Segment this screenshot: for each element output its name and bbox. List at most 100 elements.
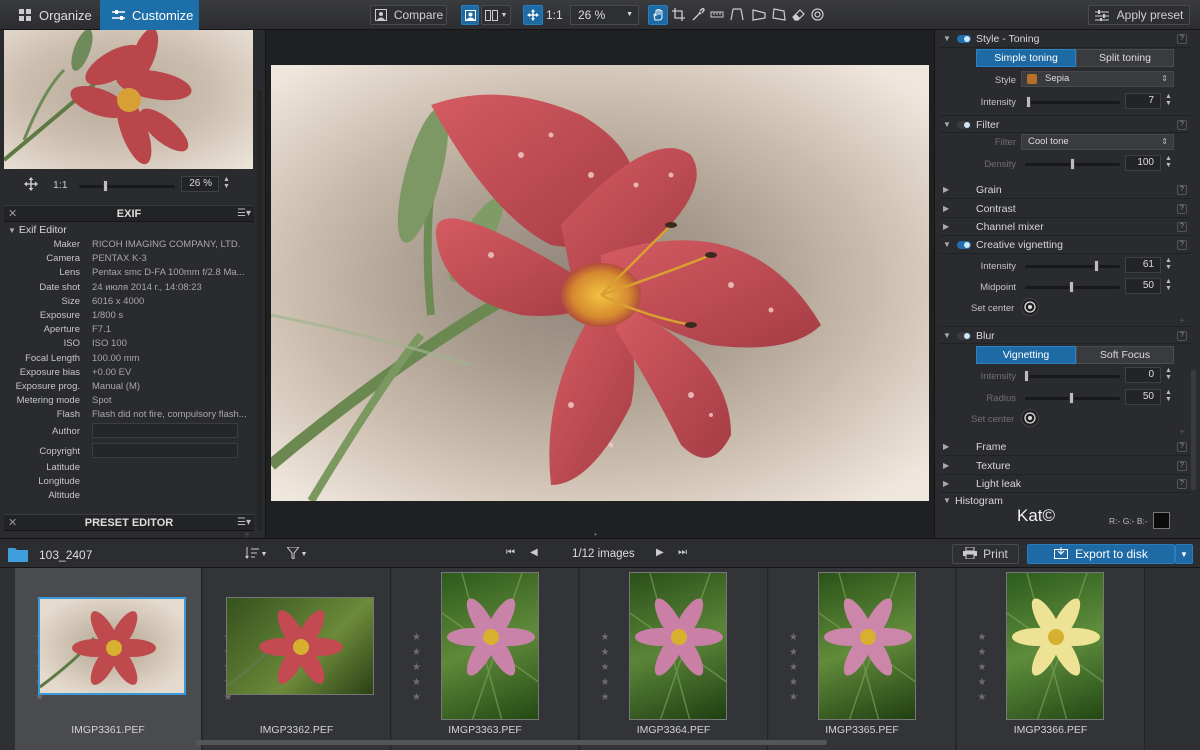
exif-value[interactable]: Spot — [92, 395, 252, 406]
exif-value[interactable]: +0.00 EV — [92, 367, 252, 378]
compare-button[interactable]: Compare — [370, 5, 447, 25]
exif-text-field[interactable] — [92, 423, 238, 438]
help-icon[interactable]: ? — [1177, 240, 1187, 250]
exif-value[interactable]: RICOH IMAGING COMPANY, LTD. — [92, 239, 252, 250]
help-icon[interactable]: ? — [1177, 120, 1187, 130]
hand-tool-button[interactable] — [648, 5, 668, 25]
panel-menu-icon[interactable]: ☰▾ — [237, 206, 251, 222]
filter-section-header[interactable]: ▼ Filter ? — [939, 115, 1191, 133]
last-image-button[interactable]: ⏭ — [678, 547, 687, 558]
tab-customize[interactable]: Customize — [100, 0, 199, 30]
navigator-zoom-value[interactable]: 26 % — [181, 176, 219, 192]
toning-intensity-slider[interactable] — [1025, 96, 1120, 108]
style-toning-toggle[interactable] — [957, 35, 971, 43]
perspective-free-icon[interactable] — [772, 8, 786, 24]
local-adjustment-icon[interactable] — [811, 8, 824, 24]
sort-button[interactable]: ▼ — [241, 544, 271, 564]
export-menu-button[interactable]: ▼ — [1175, 544, 1193, 564]
style-toning-section-header[interactable]: ▼ Style - Toning ? — [939, 30, 1191, 48]
slider-thumb[interactable] — [1069, 392, 1074, 404]
tab-organize[interactable]: Organize — [6, 0, 104, 30]
folder-name[interactable]: 103_2407 — [39, 548, 92, 562]
histogram-section-header[interactable]: ▼ Histogram — [939, 492, 1191, 510]
fit-button[interactable] — [523, 5, 543, 25]
set-center-target-button[interactable] — [1021, 298, 1039, 316]
thumbnail[interactable] — [440, 572, 539, 720]
creative-vignetting-toggle[interactable] — [957, 241, 971, 249]
next-image-button[interactable]: ▶ — [656, 547, 664, 558]
split-view-button[interactable]: ▼ — [481, 5, 511, 25]
collapsed-section-header[interactable]: ▶ Light leak? — [939, 475, 1191, 493]
perspective-vertical-icon[interactable] — [730, 8, 744, 24]
vignetting-intensity-stepper[interactable]: ▲ ▼ — [1163, 257, 1174, 273]
density-stepper[interactable]: ▲ ▼ — [1163, 155, 1174, 171]
vignetting-intensity-value[interactable]: 61 — [1125, 257, 1161, 273]
filmstrip-item[interactable]: ★★★★★IMGP3361.PEF — [15, 568, 202, 750]
add-icon[interactable]: + — [1179, 427, 1185, 438]
filter-toggle[interactable] — [957, 121, 971, 129]
navigator-zoom-slider[interactable] — [79, 180, 175, 192]
exif-value[interactable]: F7.1 — [92, 324, 252, 335]
first-image-button[interactable]: ⏮ — [506, 547, 515, 558]
thumbnail[interactable] — [37, 597, 186, 695]
blur-set-center-button[interactable] — [1021, 409, 1039, 427]
panel-menu-icon[interactable]: ☰▾ — [237, 515, 251, 531]
exif-value[interactable]: ISO 100 — [92, 338, 252, 349]
exif-value[interactable]: 24 июля 2014 г., 14:08:23 — [92, 282, 252, 293]
toning-intensity-stepper[interactable]: ▲ ▼ — [1163, 93, 1174, 109]
rating-stars[interactable]: ★★★★★ — [412, 630, 422, 705]
rating-stars[interactable]: ★★★★★ — [601, 630, 611, 705]
blur-radius-slider[interactable] — [1025, 392, 1120, 404]
exif-value[interactable]: 6016 x 4000 — [92, 296, 252, 307]
filmstrip-scrollbar[interactable] — [195, 740, 827, 745]
rating-stars[interactable]: ★★★★★ — [789, 630, 799, 705]
export-to-disk-button[interactable]: Export to disk — [1027, 544, 1175, 564]
slider-thumb[interactable] — [1069, 281, 1074, 293]
exif-value[interactable]: PENTAX K-3 — [92, 253, 252, 264]
collapsed-section-header[interactable]: ▶ Grain? — [939, 181, 1191, 199]
help-icon[interactable]: ? — [1177, 222, 1187, 232]
filter-button[interactable]: ▼ — [282, 544, 312, 564]
left-panel-scrollbar[interactable] — [257, 90, 262, 530]
style-select[interactable]: Sepia ⇕ — [1021, 71, 1174, 87]
navigator-preview[interactable] — [4, 30, 253, 169]
blur-intensity-slider[interactable] — [1024, 370, 1120, 382]
midpoint-stepper[interactable]: ▲ ▼ — [1163, 278, 1174, 294]
density-value[interactable]: 100 — [1125, 155, 1161, 171]
blur-radius-stepper[interactable]: ▲ ▼ — [1163, 389, 1174, 405]
right-panel-scrollbar[interactable] — [1191, 370, 1196, 490]
rating-stars[interactable]: ★★★★★ — [978, 630, 988, 705]
close-icon[interactable]: ✕ — [8, 515, 17, 531]
midpoint-slider[interactable] — [1025, 281, 1120, 293]
density-slider[interactable] — [1025, 158, 1120, 170]
apply-preset-button[interactable]: Apply preset — [1088, 5, 1190, 25]
filmstrip-item[interactable]: ★ ★ ★ ★ ★ IMGP3365.PEF — [769, 568, 956, 750]
thumbnail[interactable] — [226, 597, 374, 695]
exif-value[interactable]: 1/800 s — [92, 310, 252, 321]
slider-thumb[interactable] — [1094, 260, 1099, 272]
blur-radius-value[interactable]: 50 — [1125, 389, 1161, 405]
zoom-select[interactable]: 26 % ▼ — [570, 5, 639, 25]
help-icon[interactable]: ? — [1177, 331, 1187, 341]
help-icon[interactable]: ? — [1177, 460, 1187, 471]
toning-intensity-value[interactable]: 7 — [1125, 93, 1161, 109]
filter-select[interactable]: Cool tone ⇕ — [1021, 134, 1174, 150]
eraser-icon[interactable] — [792, 8, 805, 24]
navigator-zoom-thumb[interactable] — [103, 180, 108, 192]
slider-thumb[interactable] — [1026, 96, 1031, 108]
filmstrip-item[interactable]: ★ ★ ★ ★ ★ IMGP3366.PEF — [957, 568, 1145, 750]
filmstrip-item[interactable]: ★★★★★IMGP3362.PEF — [203, 568, 391, 750]
panel-splitter-handle[interactable]: • — [594, 531, 606, 539]
slider-thumb[interactable] — [1024, 370, 1029, 382]
crop-icon[interactable] — [672, 8, 685, 24]
print-button[interactable]: Print — [952, 544, 1019, 564]
exif-editor-section[interactable]: ▼ Exif Editor — [8, 224, 67, 236]
exif-value[interactable]: Pentax smc D-FA 100mm f/2.8 Ma... — [92, 267, 252, 278]
simple-toning-tab[interactable]: Simple toning — [976, 49, 1076, 67]
single-view-button[interactable] — [461, 5, 479, 25]
collapsed-section-header[interactable]: ▶ Frame? — [939, 438, 1191, 456]
zoom-1to1-button[interactable]: 1:1 — [546, 8, 563, 22]
blur-intensity-value[interactable]: 0 — [1125, 367, 1161, 383]
main-photo[interactable] — [271, 65, 929, 501]
exif-value[interactable]: Manual (M) — [92, 381, 252, 392]
